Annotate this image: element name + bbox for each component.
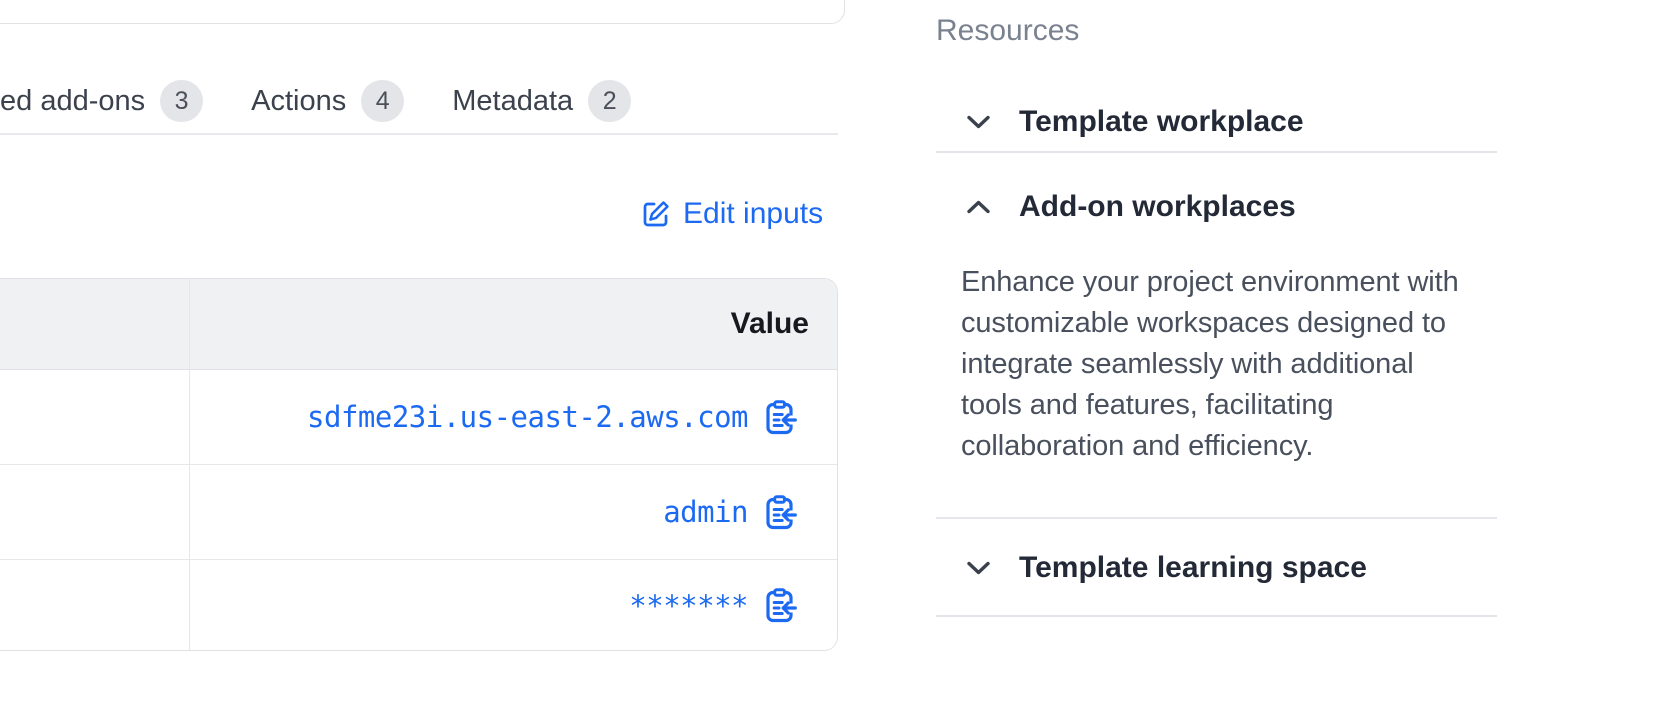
table-header-row: Value	[0, 279, 837, 370]
accordion-title: Template learning space	[1019, 551, 1367, 585]
tab-bar-divider	[0, 133, 838, 135]
tab-label: Metadata	[452, 85, 573, 118]
tab-count-badge: 4	[361, 80, 404, 122]
copy-value-button[interactable]	[766, 495, 797, 530]
divider	[936, 615, 1497, 617]
clipboard-copy-icon	[766, 588, 797, 623]
value-column-header: Value	[731, 307, 809, 341]
tab-label: ed add-ons	[0, 85, 145, 118]
edit-icon	[641, 200, 670, 229]
value-text: *******	[629, 589, 748, 623]
value-text: admin	[663, 495, 748, 529]
key-cell	[0, 465, 190, 559]
table-row: *******	[0, 560, 837, 651]
tab-count-badge: 3	[160, 80, 203, 122]
chevron-up-icon	[966, 199, 991, 215]
tab-count-badge: 2	[588, 80, 631, 122]
tab-metadata[interactable]: Metadata 2	[452, 80, 631, 122]
resources-panel: Resources Template workplace Add-on work…	[936, 0, 1497, 728]
edit-inputs-label: Edit inputs	[683, 197, 823, 231]
chevron-down-icon	[966, 114, 991, 130]
value-cell: *******	[190, 560, 837, 651]
value-cell: admin	[190, 465, 837, 559]
chevron-down-icon	[966, 560, 991, 576]
clipboard-copy-icon	[766, 495, 797, 530]
value-cell: sdfme23i.us-east-2.aws.com	[190, 370, 837, 464]
copy-value-button[interactable]	[766, 400, 797, 435]
inputs-table: Value sdfme23i.us-east-2.aws.com admin	[0, 278, 838, 651]
accordion-title: Add-on workplaces	[1019, 190, 1296, 224]
tab-actions[interactable]: Actions 4	[251, 80, 404, 122]
tab-label: Actions	[251, 85, 346, 118]
table-row: sdfme23i.us-east-2.aws.com	[0, 370, 837, 465]
value-text: sdfme23i.us-east-2.aws.com	[307, 400, 748, 434]
table-row: admin	[0, 465, 837, 560]
edit-inputs-link[interactable]: Edit inputs	[641, 196, 823, 232]
divider	[936, 151, 1497, 153]
key-column-header	[0, 279, 190, 369]
accordion-addon-workplaces[interactable]: Add-on workplaces	[966, 185, 1296, 229]
key-cell	[0, 560, 190, 651]
tab-bar: ed add-ons 3 Actions 4 Metadata 2	[0, 79, 631, 123]
accordion-template-workplace[interactable]: Template workplace	[966, 100, 1304, 144]
clipboard-copy-icon	[766, 400, 797, 435]
copy-value-button[interactable]	[766, 588, 797, 623]
divider	[936, 517, 1497, 519]
previous-card-edge	[0, 0, 845, 24]
accordion-description: Enhance your project environment with cu…	[961, 262, 1463, 467]
accordion-title: Template workplace	[1019, 105, 1304, 139]
key-cell	[0, 370, 190, 464]
resources-title: Resources	[936, 14, 1079, 48]
accordion-template-learning-space[interactable]: Template learning space	[966, 546, 1367, 590]
tab-installed-add-ons[interactable]: ed add-ons 3	[0, 80, 203, 122]
